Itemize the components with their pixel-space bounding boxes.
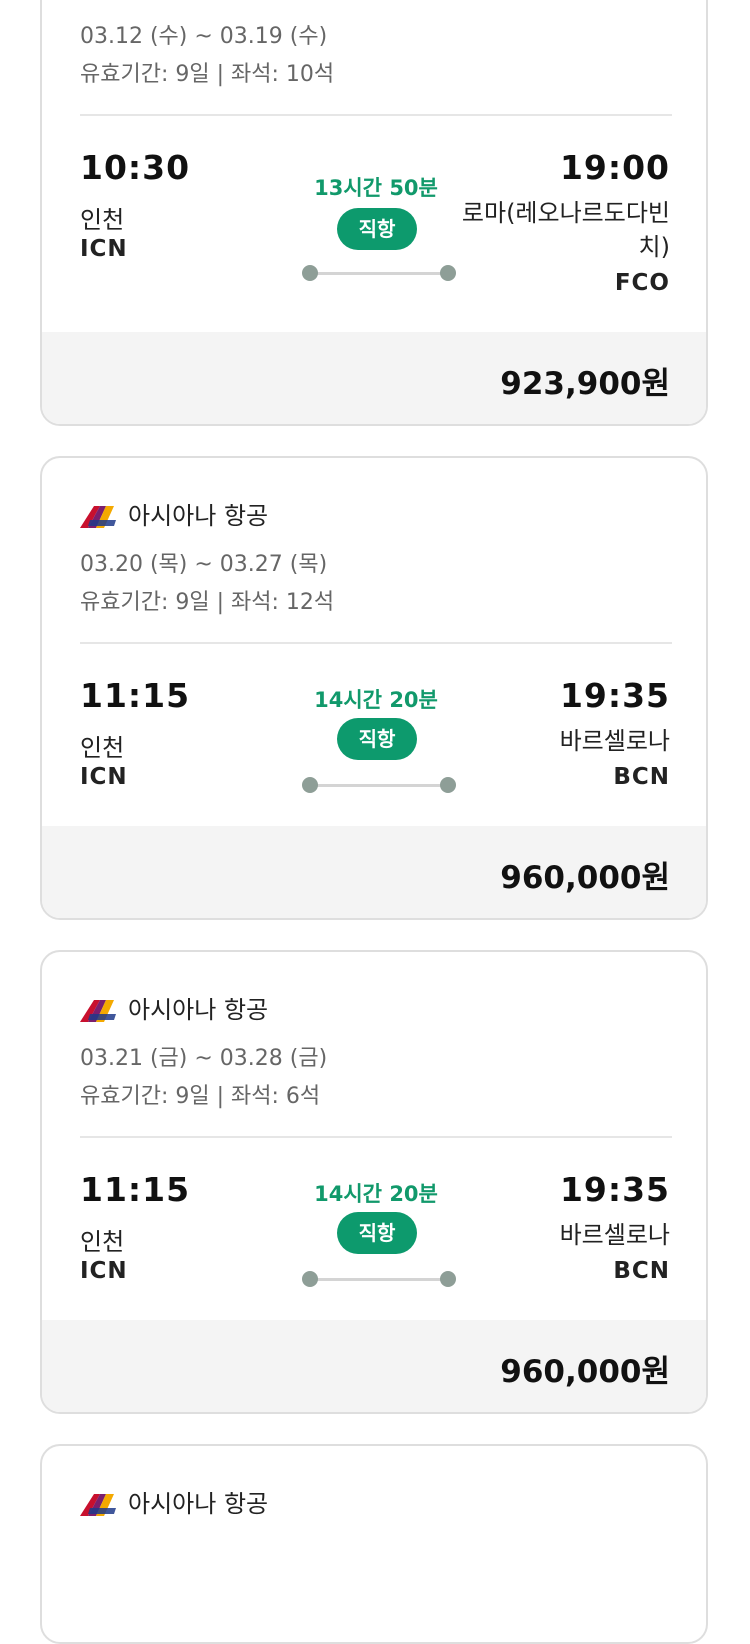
price-bar: 960,000원 bbox=[42, 826, 706, 918]
airline-name: 아시아나 항공 bbox=[128, 502, 269, 530]
arrival-code: BCN bbox=[613, 1258, 670, 1284]
arrival-time: 19:35 bbox=[559, 1170, 670, 1209]
price: 923,900원 bbox=[500, 366, 670, 402]
arrival-time: 19:35 bbox=[559, 676, 670, 715]
departure-time: 10:30 bbox=[80, 148, 191, 187]
flight-card[interactable]: 03.12 (수) ~ 03.19 (수) 유효기간: 9일 | 좌석: 10석… bbox=[40, 0, 708, 426]
arrival-city: 바르셀로나 bbox=[559, 727, 670, 755]
divider bbox=[80, 114, 672, 116]
arrival-city: 로마(레오나르도다빈치) bbox=[461, 199, 670, 261]
departure-city: 인천 bbox=[80, 206, 125, 234]
airline-row: 아시아나 항공 bbox=[80, 496, 268, 531]
airline-name: 아시아나 항공 bbox=[128, 996, 269, 1024]
travel-dates: 03.21 (금) ~ 03.28 (금) bbox=[80, 1046, 328, 1071]
departure-time: 11:15 bbox=[80, 676, 191, 715]
arrival-city: 바르셀로나 bbox=[559, 1221, 670, 1249]
airline-row: 아시아나 항공 bbox=[80, 990, 268, 1025]
direct-flight-badge: 직항 bbox=[337, 1212, 417, 1254]
asiana-logo-icon bbox=[80, 999, 116, 1022]
departure-city: 인천 bbox=[80, 1228, 125, 1256]
validity-seats: 유효기간: 9일 | 좌석: 10석 bbox=[80, 62, 335, 87]
airline-name: 아시아나 항공 bbox=[128, 1490, 269, 1518]
route-line bbox=[302, 1270, 456, 1288]
arrival-time: 19:00 bbox=[559, 148, 670, 187]
origin-dot-icon bbox=[302, 777, 318, 793]
destination-dot-icon bbox=[440, 1271, 456, 1287]
destination-dot-icon bbox=[440, 777, 456, 793]
divider bbox=[80, 1136, 672, 1138]
travel-dates: 03.12 (수) ~ 03.19 (수) bbox=[80, 24, 328, 49]
validity-seats: 유효기간: 9일 | 좌석: 6석 bbox=[80, 1084, 321, 1109]
direct-flight-badge: 직항 bbox=[337, 718, 417, 760]
departure-code: ICN bbox=[80, 764, 128, 790]
departure-code: ICN bbox=[80, 236, 128, 262]
flight-card[interactable]: 아시아나 항공 bbox=[40, 1444, 708, 1644]
route-line bbox=[302, 264, 456, 282]
price: 960,000원 bbox=[500, 1354, 670, 1390]
origin-dot-icon bbox=[302, 265, 318, 281]
route-line bbox=[302, 776, 456, 794]
arrival-code: BCN bbox=[613, 764, 670, 790]
departure-city: 인천 bbox=[80, 734, 125, 762]
price-bar: 960,000원 bbox=[42, 1320, 706, 1412]
direct-flight-badge: 직항 bbox=[337, 208, 417, 250]
flight-duration: 14시간 20분 bbox=[314, 688, 438, 712]
departure-code: ICN bbox=[80, 1258, 128, 1284]
flight-duration: 14시간 20분 bbox=[314, 1182, 438, 1206]
validity-seats: 유효기간: 9일 | 좌석: 12석 bbox=[80, 590, 335, 615]
asiana-logo-icon bbox=[80, 505, 116, 528]
asiana-logo-icon bbox=[80, 1493, 116, 1516]
route-track bbox=[312, 1278, 446, 1281]
flight-card[interactable]: 아시아나 항공 03.21 (금) ~ 03.28 (금) 유효기간: 9일 |… bbox=[40, 950, 708, 1414]
arrival-code: FCO bbox=[614, 270, 670, 296]
route-track bbox=[312, 272, 446, 275]
route-track bbox=[312, 784, 446, 787]
destination-dot-icon bbox=[440, 265, 456, 281]
divider bbox=[80, 642, 672, 644]
airline-row: 아시아나 항공 bbox=[80, 1484, 268, 1519]
departure-time: 11:15 bbox=[80, 1170, 191, 1209]
origin-dot-icon bbox=[302, 1271, 318, 1287]
price: 960,000원 bbox=[500, 860, 670, 896]
travel-dates: 03.20 (목) ~ 03.27 (목) bbox=[80, 552, 328, 577]
flight-card[interactable]: 아시아나 항공 03.20 (목) ~ 03.27 (목) 유효기간: 9일 |… bbox=[40, 456, 708, 920]
price-bar: 923,900원 bbox=[42, 332, 706, 424]
